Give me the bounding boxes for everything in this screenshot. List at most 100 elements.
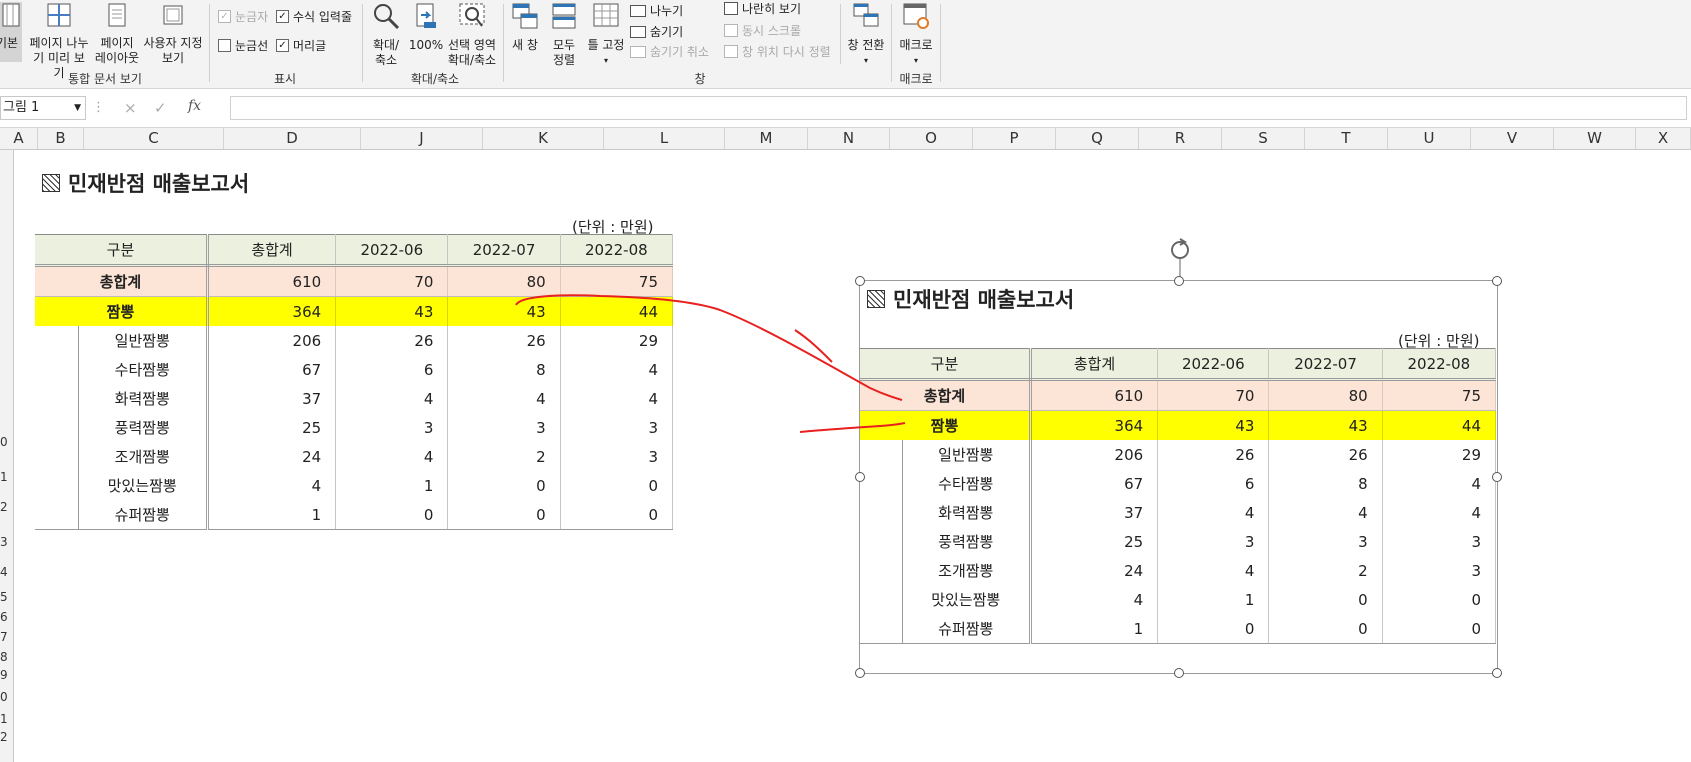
value-cell[interactable]: 1 <box>1030 614 1159 644</box>
column-header[interactable]: D <box>224 128 361 149</box>
value-cell[interactable]: 3 <box>1268 527 1383 556</box>
value-cell[interactable]: 43 <box>447 296 561 326</box>
value-cell[interactable]: 2 <box>447 442 561 471</box>
freeze-panes-button[interactable]: 틀 고정 ▾ <box>584 2 628 68</box>
sync-scroll-button[interactable]: 동시 스크롤 <box>724 22 801 39</box>
row-header[interactable]: 3 <box>0 535 13 549</box>
new-window-button[interactable]: 새 창 <box>508 2 542 53</box>
row-label-cell[interactable]: 맛있는짬뽕 <box>902 585 1032 614</box>
page-layout-button[interactable]: 페이지 레이아웃 <box>92 2 142 66</box>
zoom-100-button[interactable]: 100% <box>408 2 444 53</box>
value-cell[interactable]: 24 <box>207 442 337 471</box>
name-box[interactable]: 그림 1 ▼ <box>0 96 86 120</box>
value-cell[interactable]: 67 <box>1030 469 1159 498</box>
column-header-cell[interactable]: 2022-06 <box>1157 348 1270 381</box>
row-header[interactable]: 6 <box>0 610 13 624</box>
split-button[interactable]: 나누기 <box>630 2 683 19</box>
indent-cell[interactable] <box>35 500 79 530</box>
value-cell[interactable]: 80 <box>447 265 561 297</box>
resize-handle[interactable] <box>855 276 865 286</box>
row-header[interactable]: 0 <box>0 435 13 449</box>
value-cell[interactable]: 4 <box>560 355 674 384</box>
cancel-icon[interactable]: × <box>124 99 137 117</box>
row-label-cell[interactable]: 짬뽕 <box>860 410 1032 440</box>
macros-button[interactable]: 매크로 ▾ <box>894 2 938 68</box>
value-cell[interactable]: 4 <box>335 384 449 413</box>
value-cell[interactable]: 43 <box>1268 410 1383 440</box>
column-header[interactable]: U <box>1388 128 1471 149</box>
column-header[interactable]: C <box>84 128 224 149</box>
value-cell[interactable]: 364 <box>207 296 337 326</box>
row-label-cell[interactable]: 총합계 <box>35 265 209 297</box>
arrange-all-button[interactable]: 모두 정렬 <box>546 2 582 68</box>
value-cell[interactable]: 43 <box>335 296 449 326</box>
row-label-cell[interactable]: 일반짬뽕 <box>902 440 1032 469</box>
column-header-cell[interactable]: 총합계 <box>207 234 337 267</box>
value-cell[interactable]: 2 <box>1268 556 1383 585</box>
value-cell[interactable]: 4 <box>1030 585 1159 614</box>
value-cell[interactable]: 610 <box>207 265 337 297</box>
formula-bar-checkbox[interactable]: ✓ 수식 입력줄 <box>276 8 352 25</box>
row-label-cell[interactable]: 화력짬뽕 <box>78 384 209 413</box>
value-cell[interactable]: 0 <box>1382 585 1497 614</box>
row-header[interactable]: 1 <box>0 470 13 484</box>
row-header[interactable]: 9 <box>0 668 13 682</box>
unhide-button[interactable]: 숨기기 취소 <box>630 43 709 60</box>
row-label-cell[interactable]: 화력짬뽕 <box>902 498 1032 527</box>
indent-cell[interactable] <box>35 384 79 413</box>
value-cell[interactable]: 4 <box>560 384 674 413</box>
value-cell[interactable]: 25 <box>207 413 337 442</box>
value-cell[interactable]: 8 <box>447 355 561 384</box>
value-cell[interactable]: 3 <box>1382 527 1497 556</box>
value-cell[interactable]: 70 <box>1157 379 1270 411</box>
value-cell[interactable]: 4 <box>1268 498 1383 527</box>
value-cell[interactable]: 1 <box>207 500 337 530</box>
value-cell[interactable]: 0 <box>447 471 561 500</box>
resize-handle[interactable] <box>1174 668 1184 678</box>
indent-cell[interactable] <box>35 471 79 500</box>
value-cell[interactable]: 4 <box>1157 498 1270 527</box>
value-cell[interactable]: 364 <box>1030 410 1159 440</box>
row-label-cell[interactable]: 조개짬뽕 <box>902 556 1032 585</box>
column-header-cell[interactable]: 2022-08 <box>560 234 674 267</box>
value-cell[interactable]: 3 <box>560 413 674 442</box>
headings-checkbox[interactable]: ✓ 머리글 <box>276 37 326 54</box>
value-cell[interactable]: 43 <box>1157 410 1270 440</box>
value-cell[interactable]: 0 <box>1157 614 1270 644</box>
resize-handle[interactable] <box>1492 472 1502 482</box>
resize-handle[interactable] <box>1174 276 1184 286</box>
value-cell[interactable]: 25 <box>1030 527 1159 556</box>
value-cell[interactable]: 8 <box>1268 469 1383 498</box>
value-cell[interactable]: 4 <box>207 471 337 500</box>
indent-cell[interactable] <box>860 614 903 644</box>
value-cell[interactable]: 1 <box>1157 585 1270 614</box>
value-cell[interactable]: 44 <box>1382 410 1497 440</box>
indent-cell[interactable] <box>860 498 903 527</box>
column-header[interactable]: T <box>1305 128 1388 149</box>
value-cell[interactable]: 0 <box>335 500 449 530</box>
column-header-cell[interactable]: 2022-07 <box>447 234 561 267</box>
value-cell[interactable]: 0 <box>1268 585 1383 614</box>
column-header[interactable]: X <box>1636 128 1691 149</box>
value-cell[interactable]: 6 <box>1157 469 1270 498</box>
report-table[interactable]: 구분 총합계 2022-06 2022-07 2022-08 총합계 610 70 80 75 짬뽕… <box>35 234 674 530</box>
column-header[interactable]: A <box>0 128 38 149</box>
value-cell[interactable]: 3 <box>560 442 674 471</box>
row-label-cell[interactable]: 조개짬뽕 <box>78 442 209 471</box>
value-cell[interactable]: 29 <box>560 326 674 355</box>
value-cell[interactable]: 4 <box>1157 556 1270 585</box>
value-cell[interactable]: 0 <box>560 500 674 530</box>
value-cell[interactable]: 0 <box>1268 614 1383 644</box>
indent-cell[interactable] <box>35 326 79 355</box>
switch-windows-button[interactable]: 창 전환 ▾ <box>844 2 888 68</box>
value-cell[interactable]: 3 <box>1382 556 1497 585</box>
value-cell[interactable]: 1 <box>335 471 449 500</box>
insert-function-icon[interactable]: fx <box>188 98 201 114</box>
indent-cell[interactable] <box>860 556 903 585</box>
row-label-cell[interactable]: 일반짬뽕 <box>78 326 209 355</box>
zoom-selection-button[interactable]: 선택 영역 확대/축소 <box>444 2 500 68</box>
column-header[interactable]: R <box>1139 128 1222 149</box>
value-cell[interactable]: 610 <box>1030 379 1159 411</box>
value-cell[interactable]: 80 <box>1268 379 1383 411</box>
column-header-cell[interactable]: 구분 <box>35 234 209 267</box>
